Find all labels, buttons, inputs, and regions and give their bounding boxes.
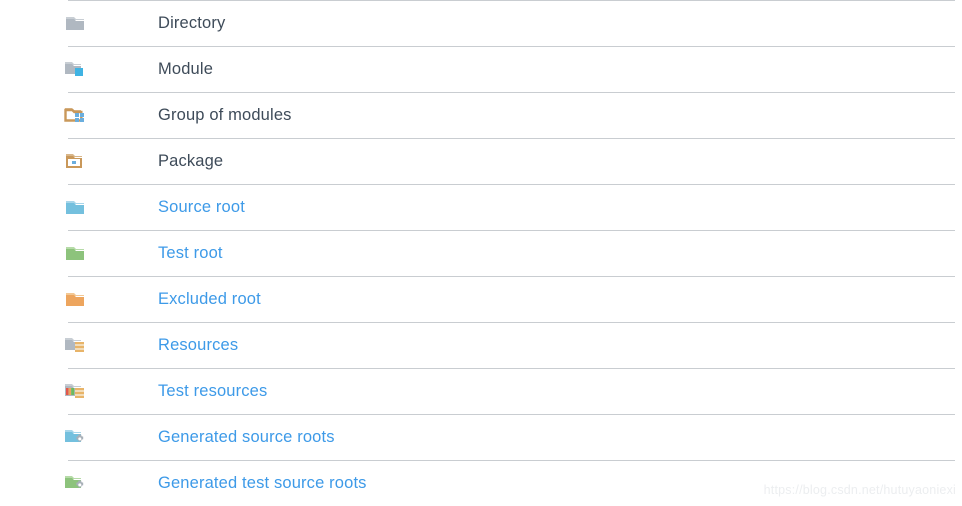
legend-icon-cell <box>0 58 158 80</box>
legend-icon-cell <box>0 472 158 494</box>
folder-gray-resources-icon <box>64 334 88 356</box>
folder-gray-test-resources-icon <box>64 380 88 402</box>
legend-row-directory: Directory <box>0 0 962 46</box>
legend-label-link[interactable]: Generated source roots <box>158 428 962 447</box>
legend-row-excluded-root: Excluded root <box>0 276 962 322</box>
legend-row-test-root: Test root <box>0 230 962 276</box>
folder-orange-icon <box>64 288 88 310</box>
legend-label: Module <box>158 59 214 78</box>
legend-label: Package <box>158 151 224 170</box>
legend-icon-cell <box>0 150 158 172</box>
legend-icon-cell <box>0 242 158 264</box>
folder-tan-package-icon <box>64 150 88 172</box>
folder-green-gear-icon <box>64 472 88 494</box>
legend-icon-cell <box>0 426 158 448</box>
legend-label-link[interactable]: Resources <box>158 336 962 355</box>
legend-icon-cell <box>0 196 158 218</box>
legend-row-module: Module <box>0 46 962 92</box>
legend-label: Directory <box>158 13 226 32</box>
folder-green-icon <box>64 242 88 264</box>
legend-icon-cell <box>0 380 158 402</box>
legend-row-generated-source-roots: Generated source roots <box>0 414 962 460</box>
folder-tan-grid-icon <box>64 104 88 126</box>
watermark-text: https://blog.csdn.net/hutuyaoniexi <box>763 483 956 497</box>
legend-row-resources: Resources <box>0 322 962 368</box>
legend-row-source-root: Source root <box>0 184 962 230</box>
legend-label-link[interactable]: Source root <box>158 198 962 217</box>
legend-label: Group of modules <box>158 105 292 124</box>
legend-label-link[interactable]: Test resources <box>158 382 962 401</box>
folder-blue-icon <box>64 196 88 218</box>
legend-icon-cell <box>0 104 158 126</box>
legend-label-link[interactable]: Test root <box>158 244 962 263</box>
legend-row-package: Package <box>0 138 962 184</box>
folder-gray-blue-square-icon <box>64 58 88 80</box>
file-type-legend-table: Directory Module Group of modules Packag… <box>0 0 962 506</box>
legend-icon-cell <box>0 12 158 34</box>
legend-row-test-resources: Test resources <box>0 368 962 414</box>
folder-blue-gear-icon <box>64 426 88 448</box>
folder-gray-icon <box>64 12 88 34</box>
legend-label-link[interactable]: Excluded root <box>158 290 962 309</box>
legend-icon-cell <box>0 288 158 310</box>
legend-icon-cell <box>0 334 158 356</box>
legend-row-group-of-modules: Group of modules <box>0 92 962 138</box>
